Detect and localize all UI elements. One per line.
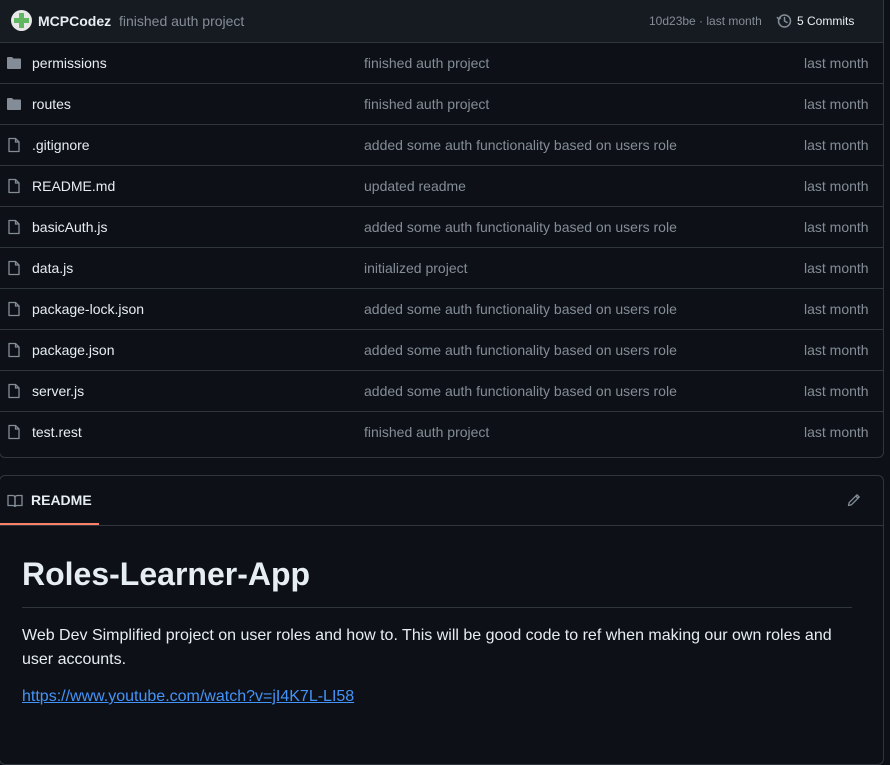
file-name-link[interactable]: .gitignore bbox=[32, 137, 90, 153]
file-row[interactable]: test.rest finished auth project last month bbox=[0, 412, 883, 452]
file-icon bbox=[6, 383, 22, 399]
file-commit-time: last month bbox=[804, 424, 869, 440]
file-commit-message-link[interactable]: added some auth functionality based on u… bbox=[364, 301, 677, 317]
file-name-link[interactable]: test.rest bbox=[32, 424, 82, 440]
file-commit-message-link[interactable]: finished auth project bbox=[364, 55, 489, 71]
file-commit-time: last month bbox=[804, 96, 869, 112]
file-commit-time: last month bbox=[804, 137, 869, 153]
file-commit-time: last month bbox=[804, 178, 869, 194]
file-name-link[interactable]: package.json bbox=[32, 342, 115, 358]
file-icon bbox=[6, 301, 22, 317]
file-icon bbox=[6, 424, 22, 440]
file-name-link[interactable]: README.md bbox=[32, 178, 115, 194]
file-name-link[interactable]: basicAuth.js bbox=[32, 219, 107, 235]
file-commit-message-link[interactable]: added some auth functionality based on u… bbox=[364, 219, 677, 235]
commits-count-label: 5 Commits bbox=[797, 14, 855, 28]
avatar[interactable] bbox=[11, 10, 32, 31]
file-row[interactable]: package-lock.json added some auth functio… bbox=[0, 289, 883, 330]
file-commit-time: last month bbox=[804, 219, 869, 235]
file-icon bbox=[6, 260, 22, 276]
readme-paragraph: Web Dev Simplified project on user roles… bbox=[22, 627, 832, 668]
file-name-link[interactable]: permissions bbox=[32, 55, 107, 71]
file-name-link[interactable]: routes bbox=[32, 96, 71, 112]
file-commit-time: last month bbox=[804, 383, 869, 399]
readme-header: README bbox=[0, 476, 883, 526]
file-row[interactable]: README.md updated readme last month bbox=[0, 166, 883, 207]
commits-history-button[interactable]: 5 Commits bbox=[776, 12, 854, 30]
file-commit-time: last month bbox=[804, 55, 869, 71]
file-commit-message-link[interactable]: added some auth functionality based on u… bbox=[364, 137, 677, 153]
file-name-link[interactable]: server.js bbox=[32, 383, 84, 399]
file-commit-message-link[interactable]: updated readme bbox=[364, 178, 466, 194]
file-row[interactable]: basicAuth.js added some auth functionalit… bbox=[0, 207, 883, 248]
file-name-link[interactable]: data.js bbox=[32, 260, 73, 276]
file-commit-message-link[interactable]: finished auth project bbox=[364, 424, 489, 440]
file-icon bbox=[6, 137, 22, 153]
file-commit-message-link[interactable]: added some auth functionality based on u… bbox=[364, 342, 677, 358]
readme-tab-label: README bbox=[31, 492, 92, 508]
book-icon bbox=[7, 494, 23, 508]
readme-panel: README Roles-Learner-App Web Dev Simplif… bbox=[0, 475, 884, 765]
folder-icon bbox=[6, 55, 22, 71]
commit-author-link[interactable]: MCPCodez bbox=[38, 13, 111, 29]
file-commit-message-link[interactable]: added some auth functionality based on u… bbox=[364, 383, 677, 399]
readme-title: Roles-Learner-App bbox=[22, 556, 311, 592]
file-row[interactable]: routes finished auth project last month bbox=[0, 84, 883, 125]
commit-hash-time[interactable]: 10d23be · last month bbox=[649, 14, 762, 28]
file-row[interactable]: permissions finished auth project last mon… bbox=[0, 43, 883, 84]
file-list: MCPCodez finished auth project 10d23be ·… bbox=[0, 0, 884, 458]
title-divider bbox=[22, 607, 852, 608]
file-row[interactable]: package.json added some auth functionalit… bbox=[0, 330, 883, 371]
file-name-link[interactable]: package-lock.json bbox=[32, 301, 144, 317]
file-icon bbox=[6, 342, 22, 358]
file-commit-time: last month bbox=[804, 342, 869, 358]
file-row[interactable]: data.js initialized project last month bbox=[0, 248, 883, 289]
file-commit-message-link[interactable]: initialized project bbox=[364, 260, 468, 276]
file-commit-message-link[interactable]: finished auth project bbox=[364, 96, 489, 112]
commit-message-link[interactable]: finished auth project bbox=[119, 13, 244, 29]
pencil-icon[interactable] bbox=[846, 492, 862, 508]
youtube-link[interactable]: https://www.youtube.com/watch?v=jI4K7L-L… bbox=[22, 688, 354, 706]
file-row[interactable]: server.js added some auth functionality b… bbox=[0, 371, 883, 412]
latest-commit-bar: MCPCodez finished auth project 10d23be ·… bbox=[0, 0, 883, 43]
file-row[interactable]: .gitignore added some auth functionality … bbox=[0, 125, 883, 166]
history-icon bbox=[776, 14, 792, 28]
file-commit-time: last month bbox=[804, 301, 869, 317]
file-icon bbox=[6, 219, 22, 235]
tab-readme[interactable]: README bbox=[0, 476, 99, 525]
folder-icon bbox=[6, 96, 22, 112]
file-icon bbox=[6, 178, 22, 194]
file-commit-time: last month bbox=[804, 260, 869, 276]
